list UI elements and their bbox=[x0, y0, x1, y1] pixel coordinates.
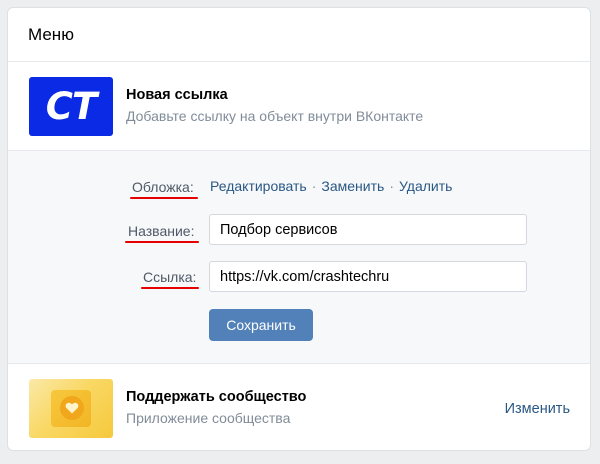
link-label: Ссылка: bbox=[143, 269, 197, 285]
name-label-underline bbox=[125, 241, 199, 243]
app-text: Поддержать сообщество Приложение сообщес… bbox=[126, 388, 306, 428]
change-app-link[interactable]: Изменить bbox=[505, 401, 570, 417]
heart-icon bbox=[60, 395, 84, 420]
save-button[interactable]: Сохранить bbox=[209, 309, 313, 341]
menu-card: Меню CT Новая ссылка Добавьте ссылку на … bbox=[7, 7, 591, 451]
new-link-cover[interactable]: CT bbox=[29, 76, 113, 136]
cover-delete-link[interactable]: Удалить bbox=[399, 178, 452, 194]
new-link-item: CT Новая ссылка Добавьте ссылку на объек… bbox=[8, 62, 590, 150]
app-cover bbox=[29, 378, 113, 438]
new-link-text: Новая ссылка Добавьте ссылку на объект в… bbox=[126, 86, 423, 126]
app-subtitle: Приложение сообщества bbox=[126, 410, 291, 426]
link-label-underline bbox=[141, 287, 199, 289]
edit-link-panel: Обложка: Редактировать · Заменить · Удалить … bbox=[8, 150, 590, 364]
new-link-subtitle: Добавьте ссылку на объект внутри ВКонтак… bbox=[126, 108, 424, 124]
name-input[interactable] bbox=[209, 214, 527, 245]
app-title: Поддержать сообщество bbox=[126, 389, 307, 405]
menu-title: Меню bbox=[28, 24, 74, 44]
cover-actions: Редактировать · Заменить · Удалить bbox=[210, 178, 452, 194]
cover-label: Обложка: bbox=[132, 179, 194, 195]
separator-dot: · bbox=[389, 178, 394, 194]
ct-logo-text: CT bbox=[45, 84, 97, 128]
menu-header: Меню bbox=[8, 8, 590, 62]
cover-label-underline bbox=[130, 197, 198, 199]
new-link-title: Новая ссылка bbox=[126, 87, 228, 103]
cover-replace-link[interactable]: Заменить bbox=[321, 178, 384, 194]
separator-dot: · bbox=[311, 178, 317, 194]
app-item: Поддержать сообщество Приложение сообщес… bbox=[8, 364, 590, 450]
cover-edit-link[interactable]: Редактировать bbox=[210, 178, 307, 194]
link-input[interactable] bbox=[209, 261, 527, 292]
name-label: Название: bbox=[128, 223, 195, 239]
